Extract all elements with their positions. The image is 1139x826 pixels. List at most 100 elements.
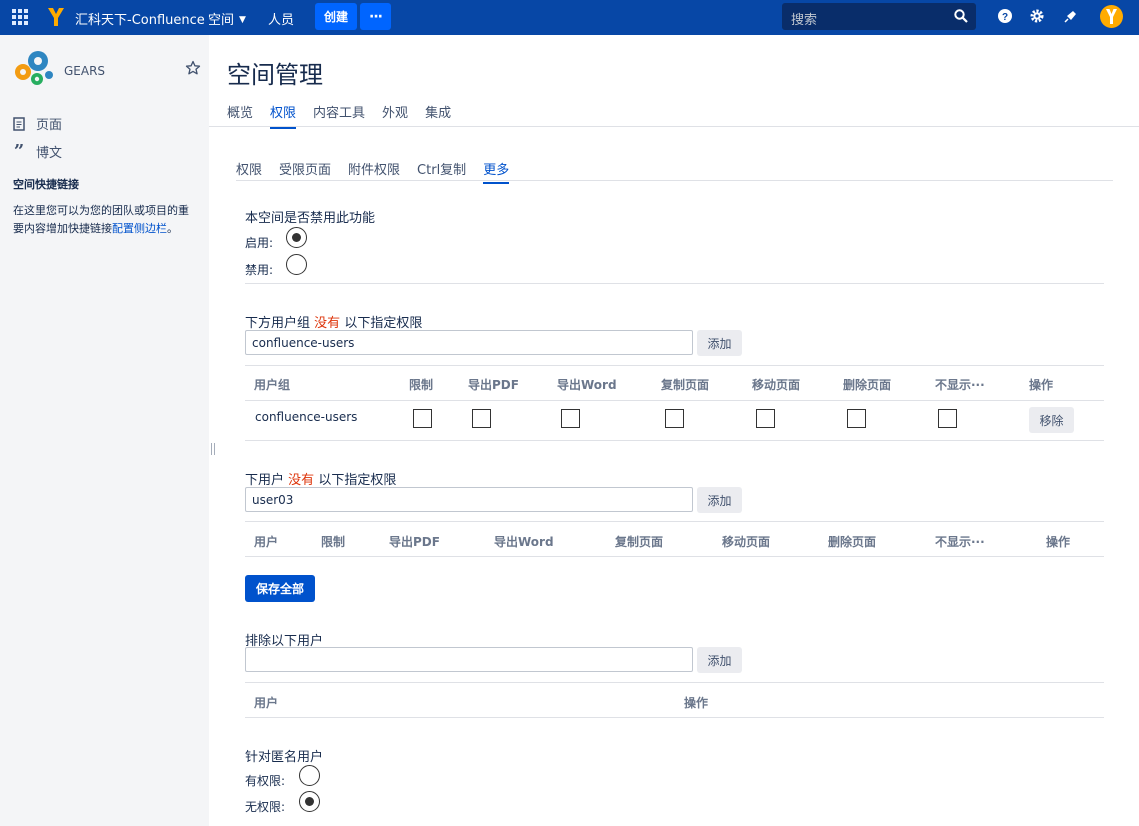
col-header-move-page: 移动页面	[752, 378, 801, 392]
nav-spaces-menu[interactable]: 空间 ▼	[208, 9, 246, 28]
table-header-border	[245, 400, 1104, 401]
disable-radio[interactable]	[286, 254, 307, 275]
tab-overview[interactable]: 概览	[227, 102, 253, 129]
search-input[interactable]: 搜索	[782, 3, 976, 30]
svg-text:?: ?	[1002, 12, 1008, 23]
search-placeholder: 搜索	[791, 13, 818, 28]
space-sidebar: GEARS 页面 ” 博文 空间快捷链接 在这里您可以为您的团队或项目的重要内容…	[0, 35, 209, 826]
nav-people-link[interactable]: 人员	[268, 9, 294, 28]
help-icon[interactable]: ?	[997, 8, 1013, 24]
has-permission-label: 有权限:	[245, 774, 286, 788]
col-header-copy-page: 复制页面	[661, 378, 710, 392]
no-permission-radio[interactable]	[299, 791, 320, 812]
sub-tabs-divider	[236, 180, 1113, 181]
tab-permissions[interactable]: 权限	[270, 102, 297, 129]
group-heading-text: 下方用户组	[245, 316, 311, 331]
col-header-export-word: 导出Word	[494, 535, 554, 549]
more-create-button[interactable]: ···	[360, 3, 391, 30]
feature-question: 本空间是否禁用此功能	[245, 211, 376, 226]
col-header-group: 用户组	[254, 378, 291, 392]
col-header-delete-page: 删除页面	[843, 378, 892, 392]
group-row-name: confluence-users	[255, 410, 358, 424]
shortcuts-desc-end: 。	[167, 222, 178, 235]
create-button[interactable]: 创建	[315, 3, 357, 30]
delete-page-checkbox[interactable]	[847, 409, 866, 428]
enable-radio[interactable]	[286, 227, 307, 248]
col-header-restrict: 限制	[409, 378, 434, 392]
page-title: 空间管理	[227, 61, 323, 89]
top-navigation-bar: 汇科天下-Confluence 空间 ▼ 人员 创建 ··· 搜索 ?	[0, 0, 1139, 35]
table-top-border	[245, 365, 1104, 366]
chevron-down-icon: ▼	[239, 15, 246, 25]
add-group-button[interactable]: 添加	[697, 330, 742, 356]
col-header-user: 用户	[254, 535, 279, 549]
disable-label: 禁用:	[245, 263, 274, 277]
main-tabs: 概览 权限 内容工具 外观 集成	[227, 102, 468, 129]
notifications-icon[interactable]	[1063, 8, 1079, 24]
user-input[interactable]: user03	[245, 487, 693, 512]
col-header-move-page: 移动页面	[722, 535, 771, 549]
remove-group-button[interactable]: 移除	[1029, 407, 1074, 433]
copy-page-checkbox[interactable]	[665, 409, 684, 428]
user-heading-suffix: 以下指定权限	[318, 473, 397, 488]
table-header-border	[245, 556, 1104, 557]
app-title[interactable]: 汇科天下-Confluence	[75, 9, 205, 28]
export-word-checkbox[interactable]	[561, 409, 580, 428]
page-icon	[12, 116, 26, 131]
col-header-user: 用户	[254, 696, 279, 710]
col-header-export-pdf: 导出PDF	[468, 378, 519, 392]
user-heading-emphasis: 没有	[288, 473, 315, 488]
col-header-delete-page: 删除页面	[828, 535, 877, 549]
has-permission-radio[interactable]	[299, 765, 320, 786]
search-icon	[954, 9, 968, 23]
user-avatar[interactable]	[1100, 5, 1123, 28]
sidebar-item-pages[interactable]: 页面	[12, 114, 62, 133]
quote-icon: ”	[13, 141, 25, 162]
col-header-actions: 操作	[1029, 378, 1054, 392]
restrict-checkbox[interactable]	[413, 409, 432, 428]
table-top-border	[245, 521, 1104, 522]
export-pdf-checkbox[interactable]	[472, 409, 491, 428]
group-section-heading: 下方用户组 没有 以下指定权限	[245, 312, 422, 331]
exclude-user-input[interactable]	[245, 647, 693, 672]
avatar-logo-icon	[1106, 9, 1117, 24]
col-header-export-word: 导出Word	[557, 378, 617, 392]
group-heading-emphasis: 没有	[314, 316, 341, 331]
space-gears-logo-icon[interactable]	[13, 47, 55, 89]
tabs-divider	[209, 126, 1139, 127]
site-logo-icon[interactable]	[46, 6, 66, 28]
col-header-restrict: 限制	[321, 535, 346, 549]
star-icon[interactable]	[185, 60, 201, 76]
table-header-border	[245, 717, 1104, 718]
group-input[interactable]: confluence-users	[245, 330, 693, 355]
sidebar-resize-handle[interactable]	[211, 443, 215, 455]
nav-spaces-label: 空间	[208, 13, 235, 28]
col-header-hide: 不显示···	[935, 378, 985, 392]
user-section-heading: 下用户 没有 以下指定权限	[245, 469, 396, 488]
app-switcher-icon[interactable]	[12, 9, 28, 25]
add-user-button[interactable]: 添加	[697, 487, 742, 513]
group-heading-suffix: 以下指定权限	[344, 316, 423, 331]
user-heading-text: 下用户	[245, 473, 285, 488]
enable-label: 启用:	[245, 236, 274, 250]
space-shortcuts-description: 在这里您可以为您的团队或项目的重要内容增加快捷链接配置侧边栏。	[13, 202, 198, 238]
section-divider	[245, 283, 1104, 284]
tab-look-and-feel[interactable]: 外观	[382, 102, 408, 129]
configure-sidebar-link[interactable]: 配置侧边栏	[112, 222, 167, 235]
table-top-border	[245, 682, 1104, 683]
no-permission-label: 无权限:	[245, 800, 286, 814]
save-all-button[interactable]: 保存全部	[245, 575, 315, 602]
hide-checkbox[interactable]	[938, 409, 957, 428]
col-header-actions: 操作	[684, 696, 709, 710]
space-name[interactable]: GEARS	[64, 64, 105, 78]
tab-integrations[interactable]: 集成	[425, 102, 451, 129]
space-shortcuts-title: 空间快捷链接	[13, 178, 79, 191]
tab-content-tools[interactable]: 内容工具	[313, 102, 365, 129]
add-excluded-user-button[interactable]: 添加	[697, 647, 742, 673]
anonymous-section-heading: 针对匿名用户	[245, 750, 324, 765]
sidebar-item-blog[interactable]: ” 博文	[12, 141, 63, 162]
col-header-actions: 操作	[1046, 535, 1071, 549]
gear-icon[interactable]	[1029, 8, 1045, 24]
sidebar-item-label: 博文	[36, 146, 63, 161]
move-page-checkbox[interactable]	[756, 409, 775, 428]
